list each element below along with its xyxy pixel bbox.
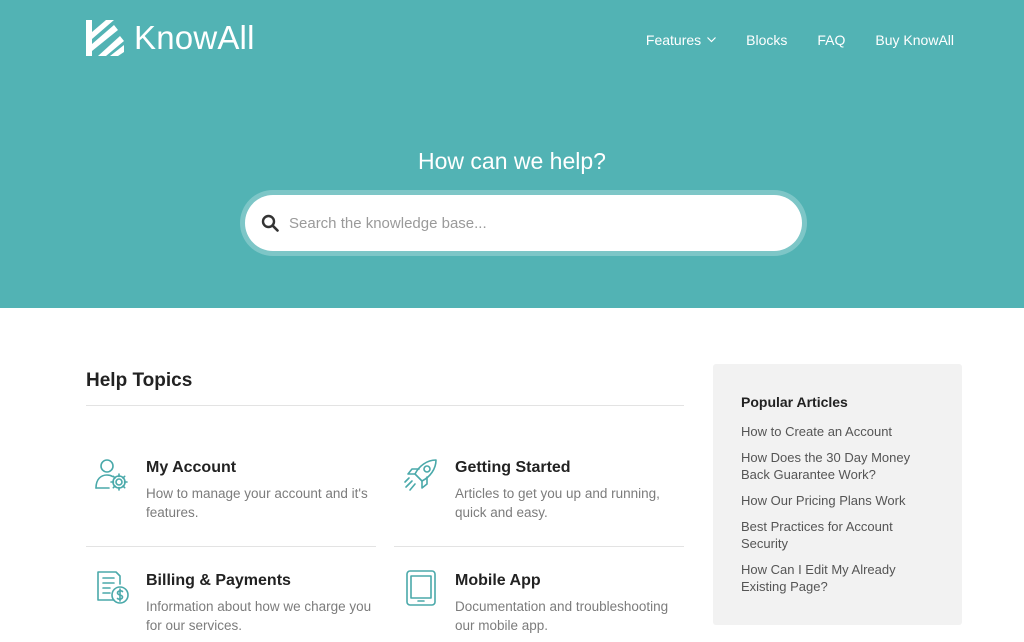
topic-title[interactable]: Getting Started — [455, 457, 571, 479]
topic-description: Articles to get you up and running, quic… — [455, 486, 660, 520]
billing-icon — [97, 571, 129, 604]
divider — [394, 546, 684, 547]
divider — [86, 405, 684, 406]
popular-article-link[interactable]: How Can I Edit My Already Existing Page? — [741, 561, 935, 595]
topic-description: Information about how we charge you for … — [146, 599, 372, 633]
tablet-icon — [406, 570, 436, 606]
topic-title[interactable]: Mobile App — [455, 570, 541, 592]
topic-my-account[interactable]: My Account How to manage your account an… — [86, 457, 376, 527]
nav-item-blocks[interactable]: Blocks — [746, 30, 787, 50]
brand-name: KnowAll — [134, 19, 255, 56]
topic-title[interactable]: My Account — [146, 457, 236, 479]
knowall-logo-icon — [86, 20, 124, 56]
search-input[interactable] — [289, 214, 769, 232]
chevron-down-icon — [707, 37, 717, 43]
rocket-icon — [404, 459, 437, 491]
popular-article-link[interactable]: Best Practices for Account Security — [741, 518, 935, 552]
popular-articles-title: Popular Articles — [741, 394, 848, 410]
search-icon — [261, 214, 279, 232]
help-topics-title: Help Topics — [86, 370, 193, 391]
brand-logo[interactable]: KnowAll — [86, 19, 255, 57]
hero-header: KnowAll Features Blocks FAQ Buy KnowAll … — [0, 0, 1024, 308]
nav-item-label: Features — [645, 32, 702, 48]
user-gear-icon — [95, 459, 128, 491]
topic-getting-started[interactable]: Getting Started Articles to get you up a… — [395, 457, 685, 527]
popular-article-link[interactable]: How Our Pricing Plans Work — [741, 492, 935, 509]
nav-item-label: Blocks — [746, 32, 788, 48]
nav-item-label: FAQ — [817, 32, 846, 48]
search-bar — [240, 190, 807, 256]
popular-article-link[interactable]: How Does the 30 Day Money Back Guarantee… — [741, 449, 935, 483]
nav-item-buy[interactable]: Buy KnowAll — [875, 30, 954, 50]
topic-title[interactable]: Billing & Payments — [146, 570, 291, 592]
search-box[interactable] — [245, 195, 802, 251]
popular-articles-widget: Popular Articles How to Create an Accoun… — [713, 364, 962, 625]
popular-article-link[interactable]: How to Create an Account — [741, 423, 935, 440]
nav-item-label: Buy KnowAll — [875, 32, 954, 48]
topic-description: Documentation and troubleshooting our mo… — [455, 599, 669, 633]
hero-title: How can we help? — [418, 148, 606, 174]
topic-description: How to manage your account and it's feat… — [146, 486, 368, 520]
nav-item-faq[interactable]: FAQ — [817, 30, 845, 50]
divider — [86, 546, 376, 547]
main-nav: Features Blocks FAQ Buy KnowAll — [646, 30, 954, 50]
topic-billing-payments[interactable]: Billing & Payments Information about how… — [86, 570, 376, 640]
topic-mobile-app[interactable]: Mobile App Documentation and troubleshoo… — [395, 570, 685, 640]
nav-item-features[interactable]: Features — [645, 30, 717, 50]
